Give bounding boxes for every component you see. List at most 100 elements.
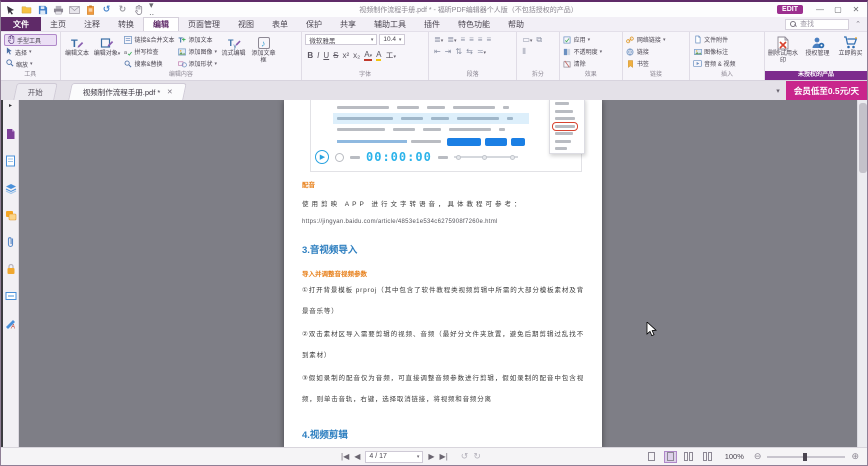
signature-panel-icon[interactable]: A [4, 316, 18, 330]
tab-convert[interactable]: 转换 [109, 17, 143, 31]
tab-share[interactable]: 共享 [331, 17, 365, 31]
page-number-input[interactable]: 4 / 17 ▾ [365, 450, 424, 463]
tab-accessibility[interactable]: 辅助工具 [365, 17, 415, 31]
single-page-view-icon[interactable] [645, 451, 658, 463]
split-copy-icon[interactable]: ⧉ [536, 36, 542, 44]
zoom-slider[interactable] [767, 452, 846, 461]
tab-page-manage[interactable]: 页面管理 [179, 17, 229, 31]
edit-text-button[interactable]: T 编辑文本 [64, 34, 91, 58]
superscript-button[interactable]: x² [342, 52, 349, 60]
print-icon[interactable] [53, 4, 64, 15]
email-icon[interactable] [69, 4, 80, 15]
thumbnails-panel-icon[interactable] [4, 154, 18, 168]
font-size-select[interactable]: 10.4 ▾ [379, 34, 406, 45]
tab-plugin[interactable]: 插件 [415, 17, 449, 31]
open-folder-icon[interactable] [21, 4, 32, 15]
zoom-level[interactable]: 100% [725, 452, 744, 461]
next-page-icon[interactable]: ▶ [428, 452, 434, 461]
text-style-button[interactable]: エ▾ [385, 52, 396, 60]
buy-now-button[interactable]: 立即购买 [837, 34, 864, 58]
spell-check-button[interactable]: a 拼写检查 [124, 46, 175, 57]
next-view-icon[interactable]: ↻ [473, 451, 481, 462]
split-columns-icon[interactable]: ⫴ [522, 48, 525, 56]
audio-video-button[interactable]: 音频 & 视频 [693, 58, 761, 69]
close-tab-icon[interactable]: ✕ [166, 88, 172, 96]
document-tab[interactable]: 视频制作流程手册.pdf * ✕ [68, 83, 188, 100]
facing-view-icon[interactable] [683, 451, 696, 463]
add-article-box-button[interactable]: ♪ 添加文章框 [250, 34, 277, 65]
font-color-button[interactable]: A▾ [364, 51, 373, 61]
vertical-scrollbar[interactable] [857, 100, 867, 450]
search-input[interactable]: 查找 [785, 18, 850, 30]
tab-comment[interactable]: 注释 [75, 17, 109, 31]
edit-object-button[interactable]: 编辑对象▾ [94, 34, 121, 58]
tab-view[interactable]: 视图 [229, 17, 263, 31]
bookmark-button[interactable]: 书签 [626, 58, 686, 69]
line-spacing-icon[interactable]: ⇅ [455, 48, 462, 56]
align-center-icon[interactable]: ≡ [469, 36, 474, 44]
link-join-text-button[interactable]: 链接&合并文本 [124, 34, 175, 45]
hand-tool-button[interactable]: 手型工具 [4, 34, 57, 46]
apply-effect-button[interactable]: 应用 ▾ [563, 34, 619, 45]
save-icon[interactable] [37, 4, 48, 15]
link-button[interactable]: 链接 [626, 46, 686, 57]
close-button[interactable]: ✕ [847, 4, 865, 16]
tab-list-caret-icon[interactable]: ▾ [776, 87, 780, 95]
last-page-icon[interactable]: ▶| [440, 452, 448, 461]
first-page-icon[interactable]: |◀ [341, 452, 349, 461]
previous-page-icon[interactable]: ◀ [354, 452, 360, 461]
zoom-slider-knob[interactable] [803, 452, 808, 461]
image-annotation-button[interactable]: 图像标注 [693, 46, 761, 57]
clear-effect-button[interactable]: 清除 [563, 58, 619, 69]
tutorial-url[interactable]: https://jingyan.baidu.com/article/4853e1… [302, 219, 584, 225]
align-left-icon[interactable]: ≡ [460, 36, 465, 44]
undo-icon[interactable]: ↺ [101, 4, 112, 15]
tab-protect[interactable]: 保护 [297, 17, 331, 31]
increase-indent-icon[interactable]: ⇥ [445, 48, 452, 56]
continuous-view-icon[interactable] [663, 450, 677, 463]
file-attachment-button[interactable]: 文件附件 [693, 34, 761, 45]
tab-edit[interactable]: 编辑 [143, 17, 179, 31]
fields-panel-icon[interactable] [4, 289, 18, 303]
start-tab[interactable]: 开始 [13, 83, 58, 100]
weblink-button[interactable]: 网络链接 ▾ [626, 34, 686, 45]
edit-mode-badge[interactable]: EDIT [777, 5, 803, 14]
qat-customize-icon[interactable]: ▾ ∙∙ [149, 2, 160, 18]
tab-help[interactable]: 帮助 [499, 17, 533, 31]
tab-features[interactable]: 特色功能 [449, 17, 499, 31]
paragraph-more-icon[interactable]: ≍▾ [477, 48, 486, 56]
app-logo-icon[interactable] [5, 4, 16, 15]
membership-promo-banner[interactable]: 会员低至0.5元/天 [785, 81, 867, 100]
add-text-button[interactable]: T 添加文本 [178, 34, 218, 45]
document-view[interactable]: ▶ 00:00:00 配音 使用剪映 APP 进行文字转语音，具体教程可参考： … [19, 100, 867, 450]
tab-form[interactable]: 表单 [263, 17, 297, 31]
highlight-color-button[interactable]: A [376, 51, 382, 61]
zoom-out-icon[interactable]: ⊖ [754, 452, 762, 461]
continuous-facing-view-icon[interactable] [702, 451, 715, 463]
bold-button[interactable]: B [307, 52, 313, 60]
align-right-icon[interactable]: ≡ [478, 36, 483, 44]
italic-button[interactable]: I [317, 52, 319, 60]
bookmarks-panel-icon[interactable] [4, 127, 18, 141]
panel-expand-icon[interactable]: ▸ [9, 102, 12, 114]
previous-view-icon[interactable]: ↺ [461, 451, 469, 462]
remove-watermark-button[interactable]: 删除试用水印 [768, 34, 798, 65]
collapse-ribbon-icon[interactable]: ⌃ [855, 20, 861, 28]
select-tool-button[interactable]: 选择 ▾ [4, 46, 57, 58]
underline-button[interactable]: U [323, 52, 329, 60]
security-panel-icon[interactable] [4, 262, 18, 276]
bullet-list-icon[interactable]: ≣▾ [434, 36, 443, 44]
scrollbar-thumb[interactable] [859, 103, 867, 173]
zoom-tool-button[interactable]: 缩放 ▾ [4, 58, 57, 70]
strikethrough-button[interactable]: S [333, 52, 338, 60]
maximize-button[interactable]: ▢ [829, 4, 847, 16]
search-replace-button[interactable]: 搜索&替换 [124, 58, 175, 69]
hand-tool-icon[interactable] [133, 4, 144, 15]
char-spacing-icon[interactable]: ⇆ [466, 48, 473, 56]
layers-panel-icon[interactable] [4, 181, 18, 195]
align-justify-icon[interactable]: ≡ [486, 36, 491, 44]
minimize-button[interactable]: — [811, 4, 829, 16]
font-name-select[interactable]: 微软雅黑 ▾ [305, 34, 378, 45]
opacity-button[interactable]: 不透明度 ▾ [563, 46, 619, 57]
clipboard-icon[interactable] [85, 4, 96, 15]
